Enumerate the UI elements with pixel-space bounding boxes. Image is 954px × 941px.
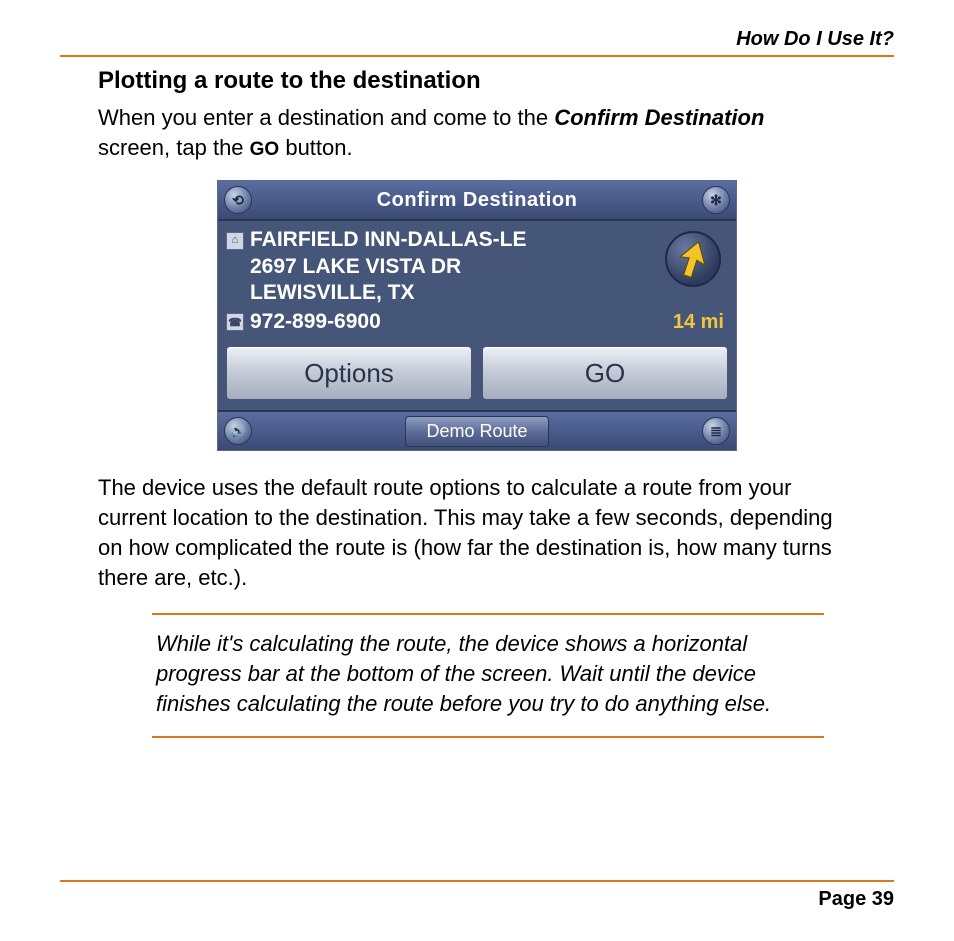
go-button[interactable]: GO — [482, 346, 728, 400]
back-icon: ⟲ — [232, 192, 244, 209]
arrow-icon — [676, 239, 710, 279]
destination-city: LEWISVILLE, TX — [226, 280, 650, 306]
header-rule — [60, 55, 894, 57]
footer-rule — [60, 880, 894, 882]
speaker-button[interactable]: 🔊 — [224, 417, 252, 445]
device-screenshot: ⟲ Confirm Destination ✻ ⌂ FAIRFIELD INN-… — [217, 180, 737, 451]
note-box: While it's calculating the route, the de… — [152, 613, 824, 738]
device-top-bar: ⟲ Confirm Destination ✻ — [218, 181, 736, 221]
intro-text-post: button. — [279, 135, 352, 160]
destination-block: ⌂ FAIRFIELD INN-DALLAS-LE 2697 LAKE VIST… — [226, 227, 650, 306]
options-button[interactable]: Options — [226, 346, 472, 400]
menu-icon: ≣ — [710, 423, 722, 440]
destination-distance: 14 mi — [673, 311, 728, 334]
destination-street: 2697 LAKE VISTA DR — [226, 254, 650, 280]
settings-icon: ✻ — [710, 192, 722, 209]
poi-icon: ⌂ — [226, 232, 244, 250]
back-button[interactable]: ⟲ — [224, 186, 252, 214]
intro-text-pre: When you enter a destination and come to… — [98, 105, 554, 130]
intro-go-label: GO — [250, 139, 280, 160]
speaker-icon: 🔊 — [231, 424, 246, 438]
demo-route-button[interactable]: Demo Route — [405, 416, 548, 447]
device-bottom-bar: 🔊 Demo Route ≣ — [218, 410, 736, 450]
settings-button[interactable]: ✻ — [702, 186, 730, 214]
device-body: ⌂ FAIRFIELD INN-DALLAS-LE 2697 LAKE VIST… — [218, 221, 736, 410]
device-title: Confirm Destination — [377, 189, 578, 212]
page-number: Page 39 — [60, 888, 894, 911]
intro-confirm-destination: Confirm Destination — [554, 105, 764, 130]
phone-icon: ☎ — [226, 313, 244, 331]
body-paragraph: The device uses the default route option… — [98, 473, 856, 593]
destination-phone: 972-899-6900 — [250, 310, 381, 334]
menu-button[interactable]: ≣ — [702, 417, 730, 445]
direction-indicator — [665, 231, 721, 287]
note-text: While it's calculating the route, the de… — [156, 631, 771, 717]
section-header: How Do I Use It? — [60, 28, 894, 55]
intro-paragraph: When you enter a destination and come to… — [98, 103, 818, 162]
intro-text-mid: screen, tap the — [98, 135, 250, 160]
page-title: Plotting a route to the destination — [98, 67, 894, 95]
destination-name: FAIRFIELD INN-DALLAS-LE — [250, 227, 526, 253]
